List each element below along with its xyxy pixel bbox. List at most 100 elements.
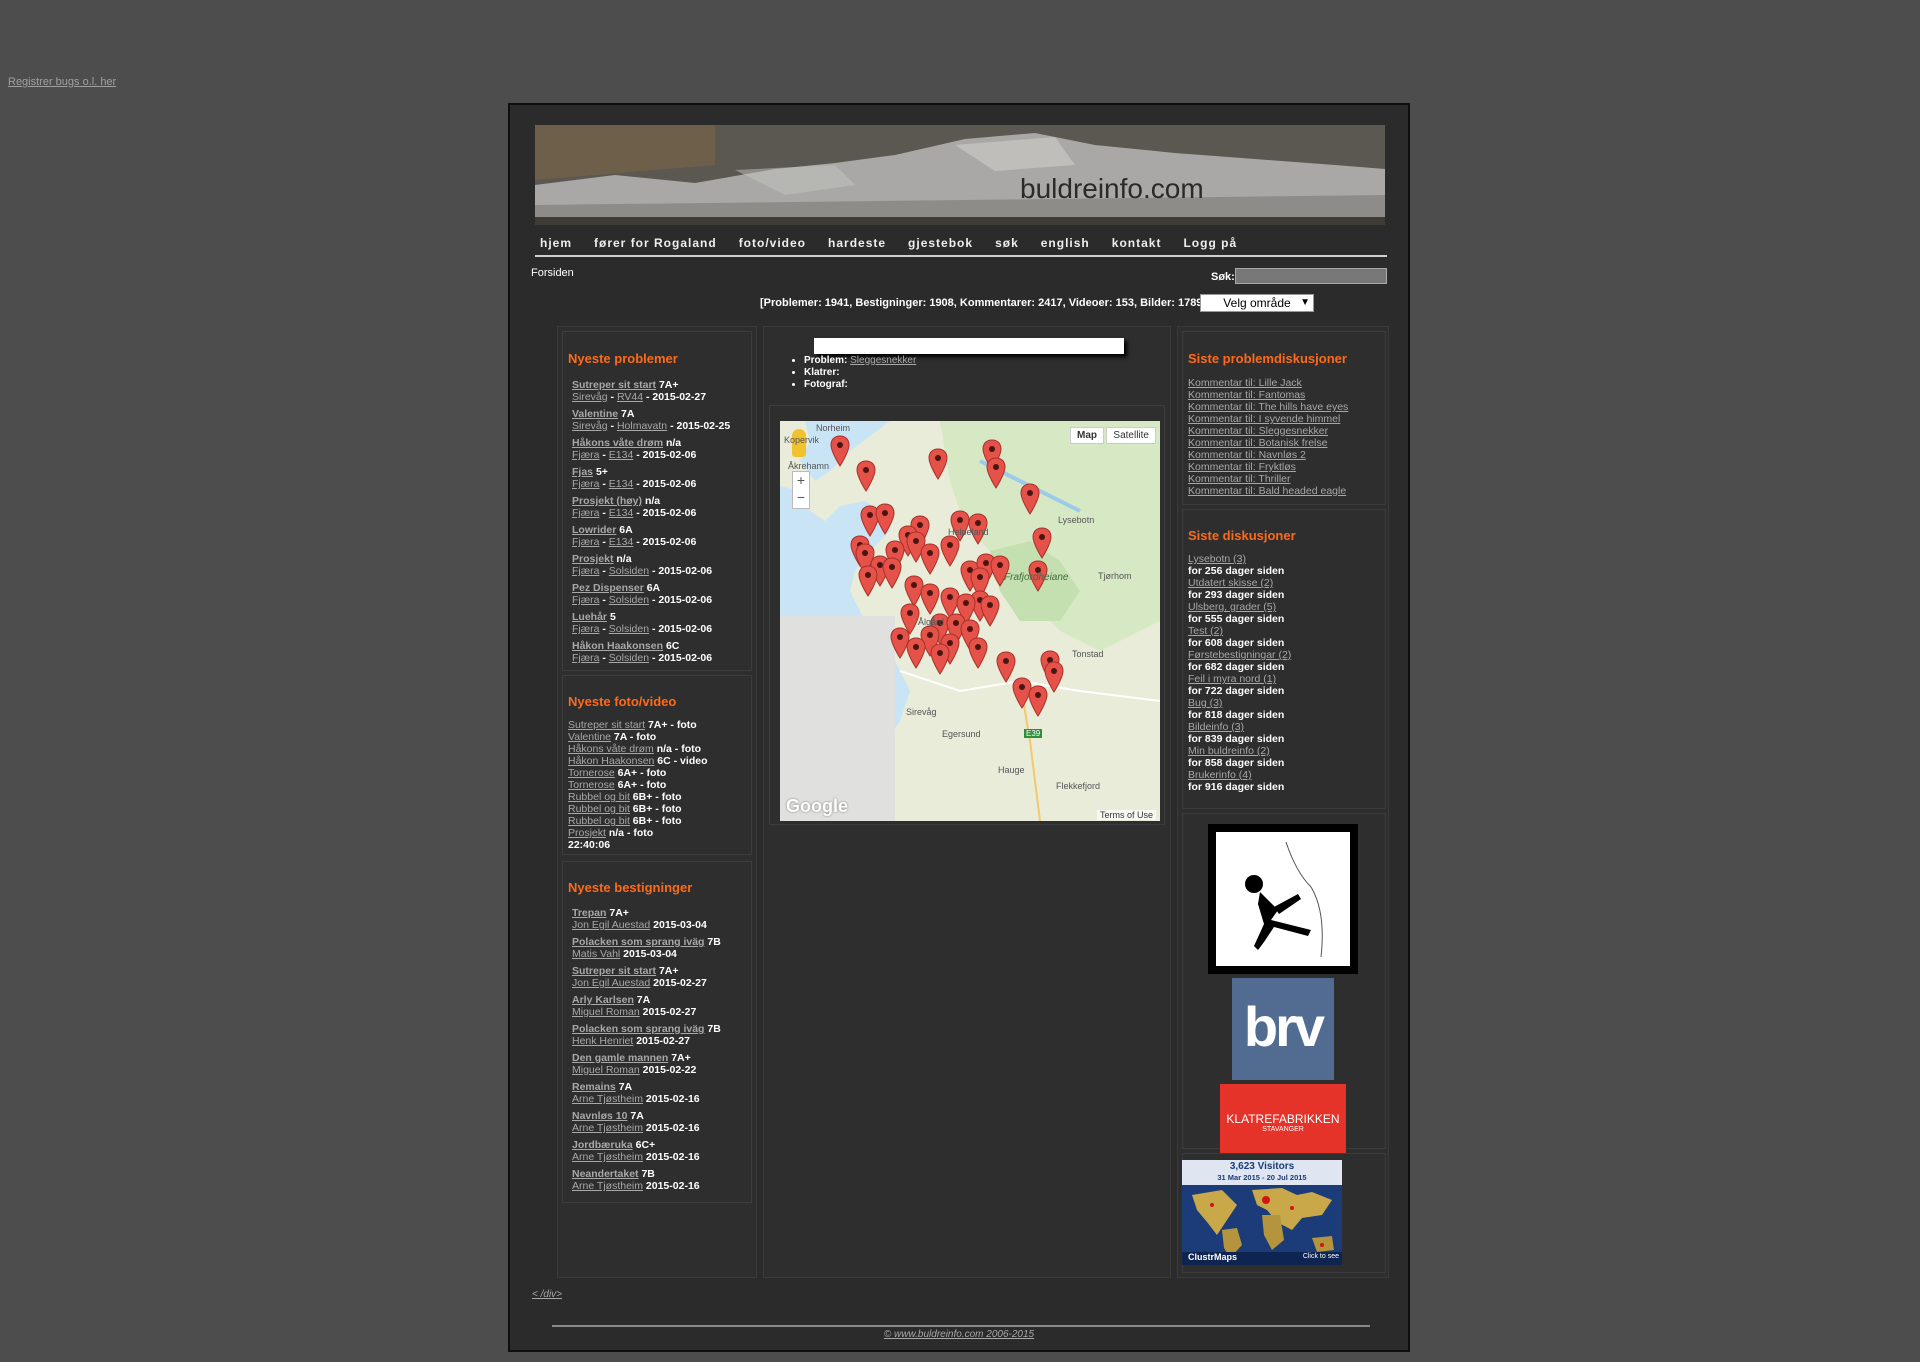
- problem-link[interactable]: Lowrider: [572, 524, 616, 536]
- nav-sok[interactable]: søk: [995, 233, 1019, 253]
- discussion-link[interactable]: Kommentar til: Fantomas: [1188, 389, 1305, 401]
- area-link[interactable]: Sirevåg: [572, 420, 608, 432]
- sector-link[interactable]: RV44: [617, 391, 643, 403]
- discussion-link[interactable]: Kommentar til: Thriller: [1188, 473, 1291, 485]
- ascent-user-link[interactable]: Miguel Roman: [572, 1064, 640, 1076]
- discussion-topic-link[interactable]: Bug (3): [1188, 697, 1222, 709]
- media-link[interactable]: Håkon Haakonsen: [568, 755, 654, 767]
- problem-link[interactable]: Prosjekt (høy): [572, 495, 642, 507]
- sector-link[interactable]: E134: [609, 449, 634, 461]
- discussion-topic-link[interactable]: Utdatert skisse (2): [1188, 577, 1273, 589]
- discussion-link[interactable]: Kommentar til: Fryktløs: [1188, 461, 1296, 473]
- area-link[interactable]: Fjæra: [572, 652, 599, 664]
- map-marker-icon[interactable]: [875, 503, 895, 535]
- ascent-problem-link[interactable]: Navnløs 10: [572, 1110, 627, 1122]
- sector-link[interactable]: Solsiden: [609, 652, 649, 664]
- map-type-map-button[interactable]: Map: [1070, 427, 1104, 444]
- nav-gjestebok[interactable]: gjestebok: [908, 233, 973, 253]
- discussion-topic-link[interactable]: Førstebestigningar (2): [1188, 649, 1291, 661]
- zoom-out-button[interactable]: −: [793, 489, 809, 506]
- discussion-link[interactable]: Kommentar til: Botanisk frelse: [1188, 437, 1327, 449]
- ascent-user-link[interactable]: Arne Tjøstheim: [572, 1180, 643, 1192]
- sector-link[interactable]: E134: [609, 507, 634, 519]
- ascent-problem-link[interactable]: Remains: [572, 1081, 616, 1093]
- media-link[interactable]: Sutreper sit start: [568, 719, 645, 731]
- map-marker-icon[interactable]: [906, 637, 926, 669]
- sector-link[interactable]: Solsiden: [609, 565, 649, 577]
- discussion-link[interactable]: Kommentar til: Bald headed eagle: [1188, 485, 1346, 497]
- ascent-user-link[interactable]: Henk Henriet: [572, 1035, 633, 1047]
- map-marker-icon[interactable]: [920, 583, 940, 615]
- map-marker-icon[interactable]: [930, 643, 950, 675]
- area-link[interactable]: Fjæra: [572, 478, 599, 490]
- area-link[interactable]: Fjæra: [572, 507, 599, 519]
- sector-link[interactable]: Solsiden: [609, 594, 649, 606]
- bug-report-link[interactable]: Registrer bugs o.l. her: [8, 76, 116, 88]
- map-marker-icon[interactable]: [882, 557, 902, 589]
- media-link[interactable]: Rubbel og bit: [568, 803, 630, 815]
- problem-link[interactable]: Valentine: [572, 408, 618, 420]
- discussion-link[interactable]: Kommentar til: The hills have eyes: [1188, 401, 1348, 413]
- map-marker-icon[interactable]: [1028, 685, 1048, 717]
- discussion-link[interactable]: Kommentar til: I syvende himmel: [1188, 413, 1340, 425]
- problem-link[interactable]: Håkon Haakonsen: [572, 640, 663, 652]
- problem-link[interactable]: Pez Dispenser: [572, 582, 644, 594]
- area-link[interactable]: Sirevåg: [572, 391, 608, 403]
- click-to-see-link[interactable]: Click to see: [1303, 1253, 1339, 1260]
- map-marker-icon[interactable]: [980, 595, 1000, 627]
- ascent-problem-link[interactable]: Arly Karlsen: [572, 994, 634, 1006]
- map-marker-icon[interactable]: [928, 448, 948, 480]
- ascent-problem-link[interactable]: Polacken som sprang iväg: [572, 936, 704, 948]
- discussion-link[interactable]: Kommentar til: Navnløs 2: [1188, 449, 1306, 461]
- ascent-problem-link[interactable]: Trepan: [572, 907, 606, 919]
- media-link[interactable]: Valentine: [568, 731, 611, 743]
- problem-map[interactable]: + − Map Satellite Google Terms of Use No…: [780, 421, 1160, 821]
- problem-link[interactable]: Håkons våte drøm: [572, 437, 663, 449]
- ascent-user-link[interactable]: Jon Egil Auestad: [572, 919, 650, 931]
- climber-logo[interactable]: [1208, 824, 1358, 974]
- nav-hardeste[interactable]: hardeste: [828, 233, 886, 253]
- discussion-topic-link[interactable]: Brukerinfo (4): [1188, 769, 1252, 781]
- ascent-problem-link[interactable]: Den gamle mannen: [572, 1052, 668, 1064]
- sector-link[interactable]: E134: [609, 478, 634, 490]
- search-input[interactable]: [1235, 268, 1387, 284]
- media-link[interactable]: Håkons våte drøm: [568, 743, 654, 755]
- nav-logg-pa[interactable]: Logg på: [1183, 233, 1237, 253]
- media-link[interactable]: Prosjekt: [568, 827, 606, 839]
- discussion-link[interactable]: Kommentar til: Lille Jack: [1188, 377, 1302, 389]
- media-link[interactable]: Rubbel og bit: [568, 815, 630, 827]
- nav-kontakt[interactable]: kontakt: [1112, 233, 1162, 253]
- problem-link[interactable]: Fjas: [572, 466, 593, 478]
- problem-link[interactable]: Prosjekt: [572, 553, 613, 565]
- map-type-satellite-button[interactable]: Satellite: [1106, 427, 1156, 444]
- ascent-user-link[interactable]: Matis Vahl: [572, 948, 620, 960]
- sector-link[interactable]: Solsiden: [609, 623, 649, 635]
- terms-of-use-link[interactable]: Terms of Use: [1096, 810, 1156, 820]
- problem-link[interactable]: Luehår: [572, 611, 607, 623]
- nav-foto-video[interactable]: foto/video: [739, 233, 806, 253]
- div-artifact-link[interactable]: < /div>: [532, 1289, 562, 1300]
- sector-link[interactable]: Holmavatn: [617, 420, 667, 432]
- ascent-problem-link[interactable]: Sutreper sit start: [572, 965, 656, 977]
- map-marker-icon[interactable]: [968, 637, 988, 669]
- nav-hjem[interactable]: hjem: [540, 233, 572, 253]
- area-link[interactable]: Fjæra: [572, 594, 599, 606]
- zoom-in-button[interactable]: +: [793, 472, 809, 489]
- discussion-topic-link[interactable]: Feil i myra nord (1): [1188, 673, 1276, 685]
- area-select[interactable]: Velg område ▼: [1200, 294, 1314, 312]
- featured-image[interactable]: [814, 338, 1124, 354]
- map-marker-icon[interactable]: [986, 457, 1006, 489]
- problem-link[interactable]: Sutreper sit start: [572, 379, 656, 391]
- map-marker-icon[interactable]: [856, 460, 876, 492]
- ascent-user-link[interactable]: Arne Tjøstheim: [572, 1151, 643, 1163]
- ascent-problem-link[interactable]: Jordbæruka: [572, 1139, 633, 1151]
- map-marker-icon[interactable]: [858, 565, 878, 597]
- area-link[interactable]: Fjæra: [572, 565, 599, 577]
- brv-logo[interactable]: brv: [1232, 978, 1334, 1080]
- klatrefabrikken-logo[interactable]: KLATREFABRIKKEN STAVANGER: [1220, 1084, 1346, 1154]
- nav-english[interactable]: english: [1041, 233, 1090, 253]
- ascent-user-link[interactable]: Jon Egil Auestad: [572, 977, 650, 989]
- discussion-topic-link[interactable]: Test (2): [1188, 625, 1223, 637]
- map-marker-icon[interactable]: [920, 543, 940, 575]
- map-marker-icon[interactable]: [940, 535, 960, 567]
